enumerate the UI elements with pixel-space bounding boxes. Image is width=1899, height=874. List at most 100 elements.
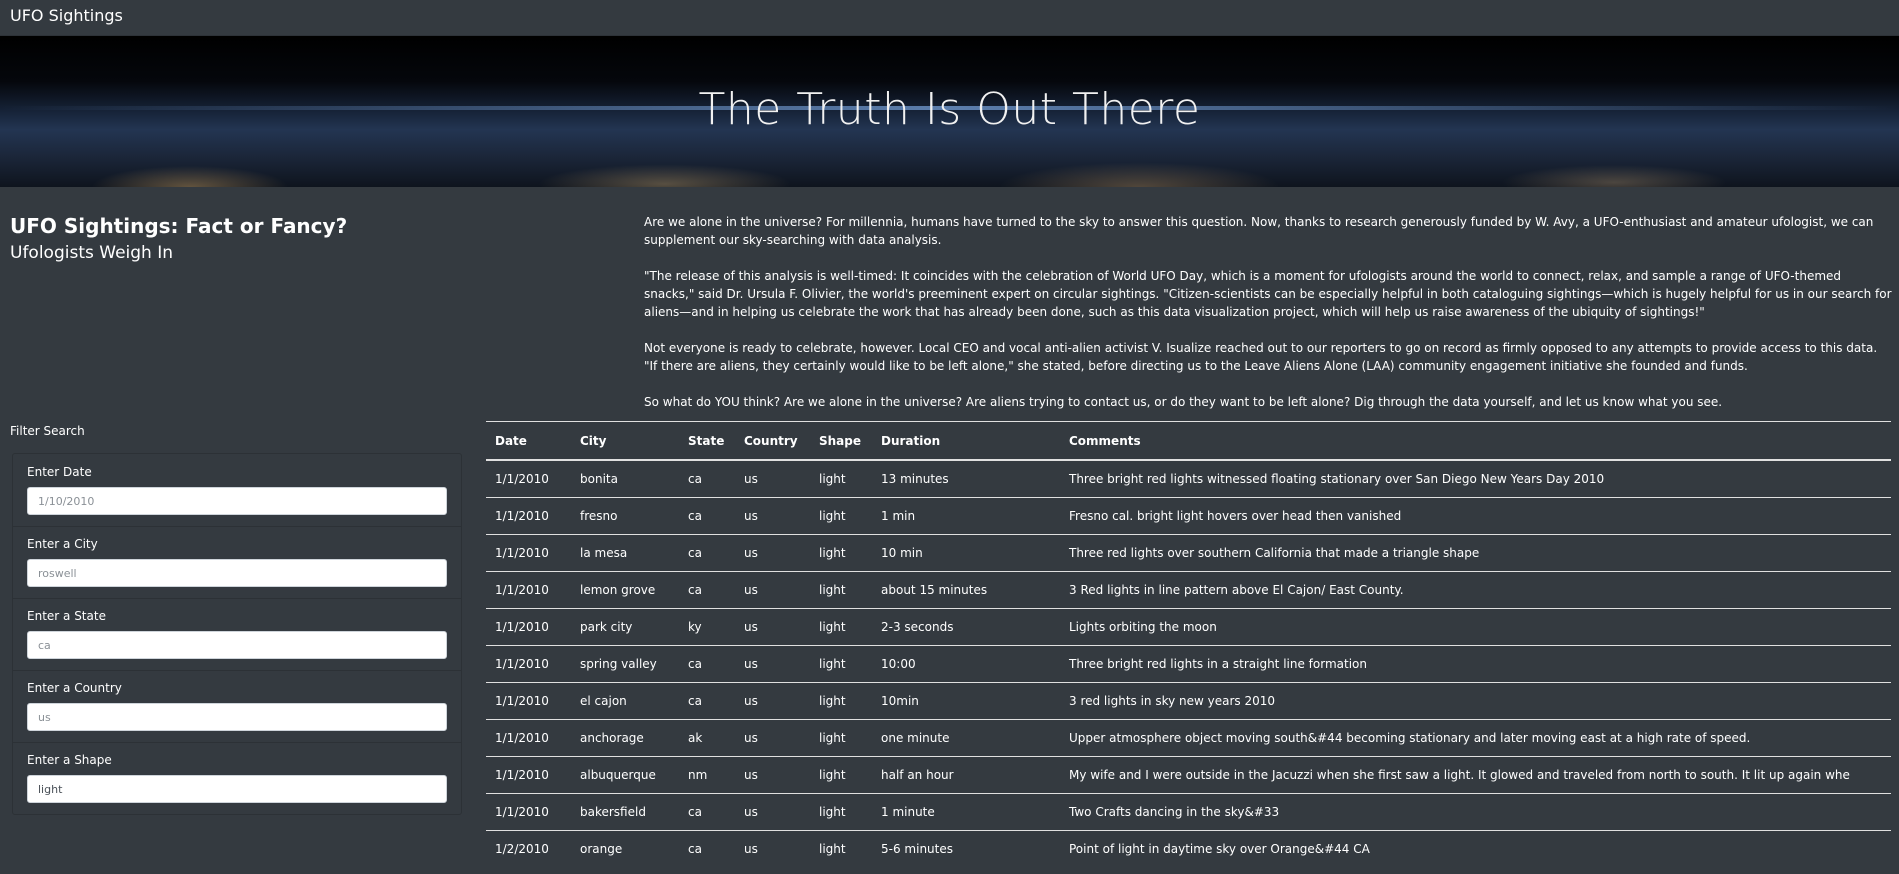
cell-shape: light (810, 608, 872, 646)
table-row: 1/2/2010 orange ca us light 5-6 minutes Point … (486, 830, 1891, 867)
header-comments: Comments (1060, 421, 1891, 461)
cell-state: ca (679, 645, 735, 683)
page-subheading: Ufologists Weigh In (10, 243, 174, 263)
cell-state: nm (679, 756, 735, 794)
article-paragraph: So what do YOU think? Are we alone in th… (644, 395, 1723, 409)
cell-duration: 5-6 minutes (872, 830, 1060, 867)
cell-shape: light (810, 571, 872, 609)
header-duration: Duration (872, 421, 1060, 461)
filter-item-shape: Enter a Shape (13, 742, 461, 814)
cell-duration: 13 minutes (872, 459, 1060, 498)
state-input[interactable] (27, 631, 447, 659)
filter-item-country: Enter a Country (13, 670, 461, 743)
brand-link[interactable]: UFO Sightings (10, 6, 123, 25)
table-body: 1/1/2010 bonita ca us light 13 minutes Three b… (486, 459, 1891, 867)
article-text: Are we alone in the universe? For millen… (644, 213, 1892, 429)
cell-country: us (735, 682, 810, 720)
header-state: State (679, 421, 735, 461)
cell-duration: 2-3 seconds (872, 608, 1060, 646)
country-label: Enter a Country (27, 681, 122, 695)
cell-city: bakersfield (571, 793, 679, 831)
hero-title: The Truth Is Out There (698, 84, 1201, 135)
article-paragraph: Are we alone in the universe? For millen… (644, 215, 1874, 247)
cell-date: 1/1/2010 (486, 571, 571, 609)
cell-date: 1/1/2010 (486, 645, 571, 683)
cell-comments: 3 Red lights in line pattern above El Ca… (1060, 571, 1891, 609)
cell-shape: light (810, 756, 872, 794)
shape-input[interactable] (27, 775, 447, 803)
header-country: Country (735, 421, 810, 461)
cell-shape: light (810, 830, 872, 867)
cell-comments: Three red lights over southern Californi… (1060, 534, 1891, 572)
cell-comments: 3 red lights in sky new years 2010 (1060, 682, 1891, 720)
article-paragraph: "The release of this analysis is well-ti… (644, 269, 1892, 319)
cell-date: 1/2/2010 (486, 830, 571, 867)
cell-date: 1/1/2010 (486, 534, 571, 572)
cell-duration: about 15 minutes (872, 571, 1060, 609)
cell-date: 1/1/2010 (486, 497, 571, 535)
cell-country: us (735, 459, 810, 498)
cell-state: ak (679, 719, 735, 757)
cell-country: us (735, 608, 810, 646)
filter-search-title: Filter Search (10, 424, 85, 438)
country-input[interactable] (27, 703, 447, 731)
table-row: 1/1/2010 anchorage ak us light one minute Uppe… (486, 719, 1891, 757)
cell-shape: light (810, 682, 872, 720)
cell-state: ca (679, 534, 735, 572)
navbar: UFO Sightings (0, 0, 1899, 36)
cell-duration: 10:00 (872, 645, 1060, 683)
cell-city: spring valley (571, 645, 679, 683)
city-input[interactable] (27, 559, 447, 587)
cell-city: el cajon (571, 682, 679, 720)
date-label: Enter Date (27, 465, 92, 479)
cell-duration: 10 min (872, 534, 1060, 572)
header-city: City (571, 421, 679, 461)
cell-country: us (735, 719, 810, 757)
cell-date: 1/1/2010 (486, 459, 571, 498)
cell-state: ca (679, 682, 735, 720)
cell-shape: light (810, 719, 872, 757)
cell-comments: My wife and I were outside in the Jacuzz… (1060, 756, 1891, 794)
cell-state: ca (679, 830, 735, 867)
cell-city: fresno (571, 497, 679, 535)
cell-country: us (735, 645, 810, 683)
shape-label: Enter a Shape (27, 753, 112, 767)
cell-city: orange (571, 830, 679, 867)
hero-banner: The Truth Is Out There (0, 36, 1899, 187)
cell-duration: 10min (872, 682, 1060, 720)
cell-city: lemon grove (571, 571, 679, 609)
ufo-table-container: Date City State Country Shape Duration C… (486, 421, 1891, 867)
table-header-row: Date City State Country Shape Duration C… (486, 421, 1891, 461)
cell-date: 1/1/2010 (486, 682, 571, 720)
cell-shape: light (810, 497, 872, 535)
cell-shape: light (810, 459, 872, 498)
cell-comments: Fresno cal. bright light hovers over hea… (1060, 497, 1891, 535)
header-shape: Shape (810, 421, 872, 461)
cell-duration: 1 minute (872, 793, 1060, 831)
filter-item-state: Enter a State (13, 598, 461, 671)
cell-country: us (735, 793, 810, 831)
city-label: Enter a City (27, 537, 98, 551)
cell-comments: Lights orbiting the moon (1060, 608, 1891, 646)
date-input[interactable] (27, 487, 447, 515)
article-paragraph: Not everyone is ready to celebrate, howe… (644, 341, 1878, 373)
cell-duration: 1 min (872, 497, 1060, 535)
cell-state: ca (679, 571, 735, 609)
table-row: 1/1/2010 bakersfield ca us light 1 minute Two … (486, 793, 1891, 831)
cell-date: 1/1/2010 (486, 793, 571, 831)
table-row: 1/1/2010 spring valley ca us light 10:00 Three… (486, 645, 1891, 683)
table-row: 1/1/2010 albuquerque nm us light half an hour… (486, 756, 1891, 794)
cell-comments: Point of light in daytime sky over Orang… (1060, 830, 1891, 867)
cell-comments: Two Crafts dancing in the sky&#33 (1060, 793, 1891, 831)
cell-city: park city (571, 608, 679, 646)
cell-city: anchorage (571, 719, 679, 757)
table-row: 1/1/2010 lemon grove ca us light about 15 min… (486, 571, 1891, 609)
filter-panel: Enter Date Enter a City Enter a State En… (12, 453, 462, 815)
ufo-table: Date City State Country Shape Duration C… (486, 421, 1891, 867)
cell-date: 1/1/2010 (486, 756, 571, 794)
cell-shape: light (810, 793, 872, 831)
cell-duration: half an hour (872, 756, 1060, 794)
cell-date: 1/1/2010 (486, 608, 571, 646)
table-row: 1/1/2010 park city ky us light 2-3 seconds Lig… (486, 608, 1891, 646)
table-row: 1/1/2010 fresno ca us light 1 min Fresno cal. … (486, 497, 1891, 535)
